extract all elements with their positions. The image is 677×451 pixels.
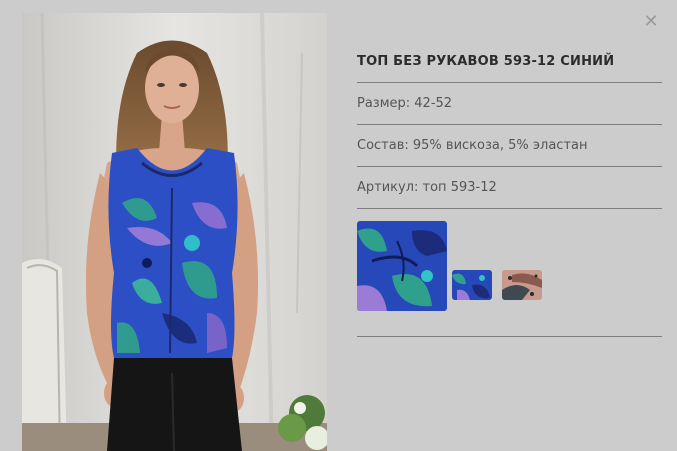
model-illustration [22,13,327,451]
product-title: ТОП БЕЗ РУКАВОВ 593-12 СИНИЙ [357,44,662,83]
swatch-blue-small[interactable] [452,270,492,300]
product-modal: ✕ ТОП БЕЗ РУКАВОВ 593-12 СИНИЙ Размер: 4… [0,0,677,451]
color-swatches [357,209,662,337]
product-size: Размер: 42-52 [357,83,662,125]
product-composition: Состав: 95% вискоза, 5% эластан [357,125,662,167]
swatch-pink-small[interactable] [502,270,542,300]
close-icon[interactable]: ✕ [641,12,661,32]
product-info: ТОП БЕЗ РУКАВОВ 593-12 СИНИЙ Размер: 42-… [357,44,662,337]
product-article: Артикул: топ 593-12 [357,167,662,209]
product-photo [22,13,327,451]
swatch-blue-large[interactable] [357,221,447,311]
